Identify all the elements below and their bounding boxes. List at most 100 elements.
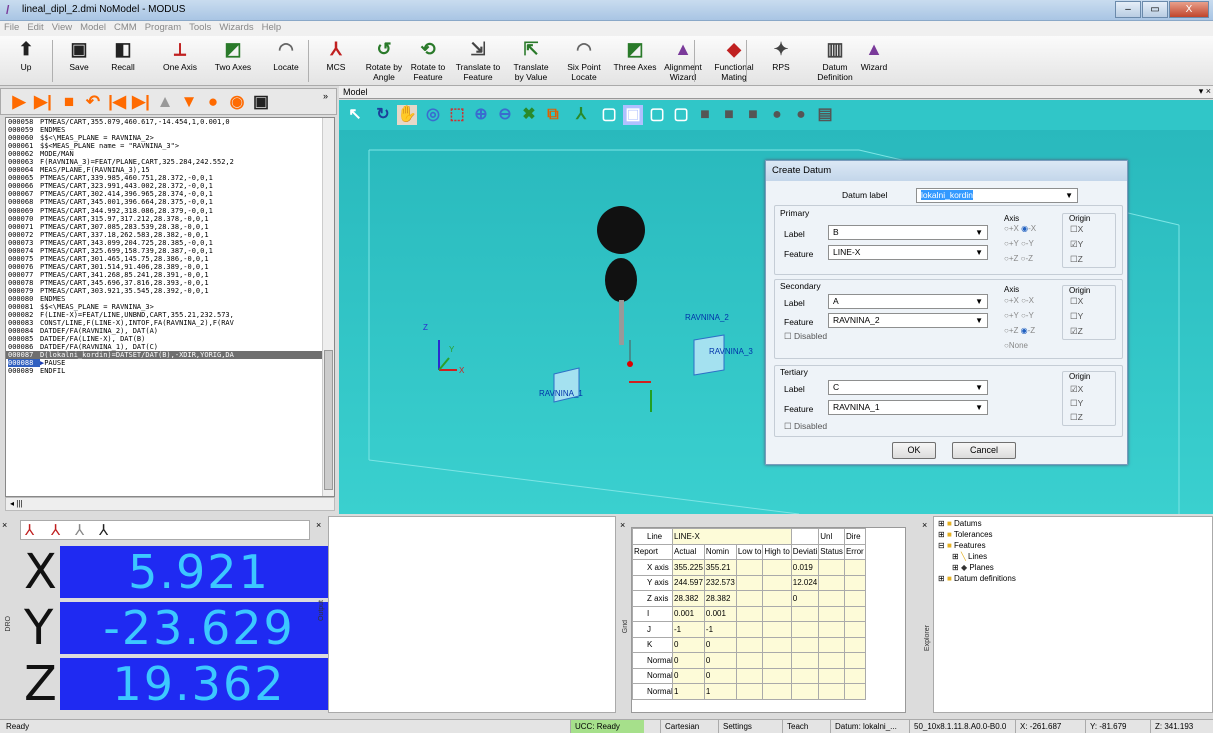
- program-line[interactable]: 000088 ▶PAUSE: [6, 359, 334, 368]
- grid-cell[interactable]: [735, 605, 764, 622]
- grid-cell[interactable]: [818, 636, 845, 653]
- grid-cell[interactable]: [735, 559, 764, 576]
- grid-cell[interactable]: [818, 605, 845, 622]
- status-teach[interactable]: Teach: [782, 720, 826, 733]
- tree-item-tolerances[interactable]: ⊞ ■ Tolerances: [938, 530, 993, 539]
- grid-actual[interactable]: 0.001: [672, 605, 705, 622]
- status-settings[interactable]: Settings: [718, 720, 758, 733]
- menu-edit[interactable]: Edit: [23, 21, 47, 34]
- explorer-close-icon[interactable]: ×: [922, 520, 927, 530]
- grid-cell[interactable]: [818, 667, 845, 684]
- shade-icon[interactable]: ■: [695, 105, 715, 125]
- results-grid[interactable]: Line LINE-X Unl Dire Report Actual Nomin Low to…: [631, 527, 906, 713]
- program-line[interactable]: 000086 DATDEF/FA(RAVNINA_1), DAT(C): [6, 343, 334, 351]
- maximize-button[interactable]: ▭: [1142, 1, 1168, 18]
- grid-cell[interactable]: [762, 605, 792, 622]
- primary-origin-x[interactable]: ☐X: [1070, 224, 1083, 235]
- menu-model[interactable]: Model: [76, 21, 110, 34]
- axes-red-icon[interactable]: ⅄: [25, 521, 34, 539]
- grid-nominal[interactable]: 355.21: [703, 559, 737, 576]
- grid-cell[interactable]: [735, 636, 764, 653]
- grid-header[interactable]: Error: [843, 543, 866, 560]
- program-line[interactable]: 000081 $$<\MEAS_PLANE = RAVNINA_3>: [6, 303, 334, 311]
- grid-cell[interactable]: [762, 652, 792, 669]
- grid-cell[interactable]: [762, 574, 792, 591]
- grid-nominal[interactable]: 28.382: [703, 590, 737, 607]
- axes-black-icon[interactable]: ⅄: [99, 521, 108, 539]
- program-line[interactable]: 000080 ENDMES: [6, 295, 334, 303]
- menu-program[interactable]: Program: [141, 21, 185, 34]
- program-line[interactable]: 000075 PTMEAS/CART,301.465,145.75,28.386,…: [6, 255, 334, 263]
- rotate-icon[interactable]: ↻: [373, 105, 393, 125]
- dro-close-icon[interactable]: ×: [2, 520, 7, 530]
- program-line[interactable]: 000067 PTMEAS/CART,302.414,396.965,28.374…: [6, 190, 334, 198]
- grid-cell[interactable]: [818, 590, 845, 607]
- solid-icon[interactable]: ■: [743, 105, 763, 125]
- disk-icon[interactable]: ▣: [251, 92, 271, 112]
- program-line[interactable]: 000089 ENDFIL: [6, 367, 334, 375]
- program-line[interactable]: 000060 $$<\MEAS_PLANE = RAVNINA_2>: [6, 134, 334, 142]
- grid-cell[interactable]: [735, 652, 764, 669]
- view-cube-icon[interactable]: ⧉: [543, 105, 563, 125]
- print-icon[interactable]: ▤: [815, 105, 835, 125]
- grid-header[interactable]: Low to: [735, 543, 764, 560]
- primary-feature-select[interactable]: LINE-X ▼: [828, 245, 988, 260]
- marker-icon[interactable]: ▼: [179, 92, 199, 112]
- secondary-disabled-checkbox[interactable]: ☐ Disabled: [784, 331, 827, 342]
- grid-actual[interactable]: 0: [672, 652, 705, 669]
- tertiary-label-select[interactable]: C ▼: [828, 380, 988, 395]
- menu-file[interactable]: File: [0, 21, 23, 34]
- primary-axis-y-radios[interactable]: ○+Y ○-Y: [1004, 239, 1034, 248]
- program-line[interactable]: 000076 PTMEAS/CART,301.514,91.406,28.389,…: [6, 263, 334, 271]
- ribbon-two-axes-button[interactable]: ◩ Two Axes: [208, 38, 258, 86]
- grid-unit-hint[interactable]: Unl: [818, 528, 845, 545]
- grid-cell[interactable]: [735, 574, 764, 591]
- grid-actual[interactable]: -1: [672, 621, 705, 638]
- grid-deviation[interactable]: 0: [790, 590, 820, 607]
- chevron-right-icon[interactable]: »: [323, 91, 328, 101]
- tree-item-datums[interactable]: ⊞ ■ Datums: [938, 519, 982, 528]
- close-button[interactable]: X: [1169, 1, 1209, 18]
- toggle-icon[interactable]: ◉: [227, 92, 247, 112]
- program-editor[interactable]: 000058 PTMEAS/CART,355.079,460.617,-14.45…: [5, 117, 335, 497]
- grid-cell[interactable]: [735, 667, 764, 684]
- grid-deviation[interactable]: 12.024: [790, 574, 820, 591]
- find-icon[interactable]: ●: [203, 92, 223, 112]
- view-back-icon[interactable]: ▢: [647, 105, 667, 125]
- grid-cell[interactable]: [818, 574, 845, 591]
- secondary-axis-y-radios[interactable]: ○+Y ○-Y: [1004, 311, 1034, 320]
- program-line[interactable]: 000066 PTMEAS/CART,323.991,443.002,28.372…: [6, 182, 334, 190]
- ribbon-six-point-button[interactable]: ◠ Six Point Locate: [560, 38, 608, 86]
- grid-cell[interactable]: [843, 667, 866, 684]
- secondary-axis-z-radios[interactable]: ○+Z ◉-Z: [1004, 326, 1035, 335]
- ribbon-three-axes-button[interactable]: ◩ Three Axes: [610, 38, 660, 86]
- ribbon-mating-button[interactable]: ◆ Functional Mating: [708, 38, 760, 86]
- grid-header[interactable]: Status: [818, 543, 845, 560]
- grid-actual[interactable]: 0: [672, 636, 705, 653]
- up-icon[interactable]: ▲: [155, 92, 175, 112]
- zoom-out-icon[interactable]: ⊖: [495, 105, 515, 125]
- tree-item-planes[interactable]: ⊞ ◆ Planes: [952, 563, 994, 572]
- program-line[interactable]: 000085 DATDEF/FA(LINE-X), DAT(B): [6, 335, 334, 343]
- grid-cell[interactable]: [735, 621, 764, 638]
- grid-row-name[interactable]: K: [632, 636, 673, 653]
- grid-cell[interactable]: [843, 559, 866, 576]
- grid-nominal[interactable]: 0: [703, 652, 737, 669]
- grid-cell[interactable]: [762, 621, 792, 638]
- ok-button[interactable]: OK: [892, 442, 936, 459]
- minimize-button[interactable]: –: [1115, 1, 1141, 18]
- program-line[interactable]: 000087 D(lokalni_kordin)=DATSET/DAT(B),-X…: [6, 351, 334, 360]
- program-line[interactable]: 000077 PTMEAS/CART,341.268,85.241,28.391,…: [6, 271, 334, 279]
- grid-row-name[interactable]: Z axis: [632, 590, 673, 607]
- menu-tools[interactable]: Tools: [185, 21, 215, 34]
- primary-origin-y[interactable]: ☑Y: [1070, 239, 1083, 250]
- grid-cell[interactable]: [818, 652, 845, 669]
- grid-deviation[interactable]: [790, 621, 820, 638]
- ribbon-translate-feature-button[interactable]: ⇲ Translate to Feature: [452, 38, 504, 86]
- view-side-icon[interactable]: ▢: [671, 105, 691, 125]
- ribbon-save-button[interactable]: ▣ Save: [60, 38, 98, 86]
- ribbon-rps-button[interactable]: ✦ RPS: [760, 38, 802, 86]
- program-line[interactable]: 000061 $$<MEAS_PLANE name = "RAVNINA_3">: [6, 142, 334, 150]
- grid-deviation[interactable]: [790, 636, 820, 653]
- program-line[interactable]: 000068 PTMEAS/CART,345.001,396.664,28.375…: [6, 198, 334, 206]
